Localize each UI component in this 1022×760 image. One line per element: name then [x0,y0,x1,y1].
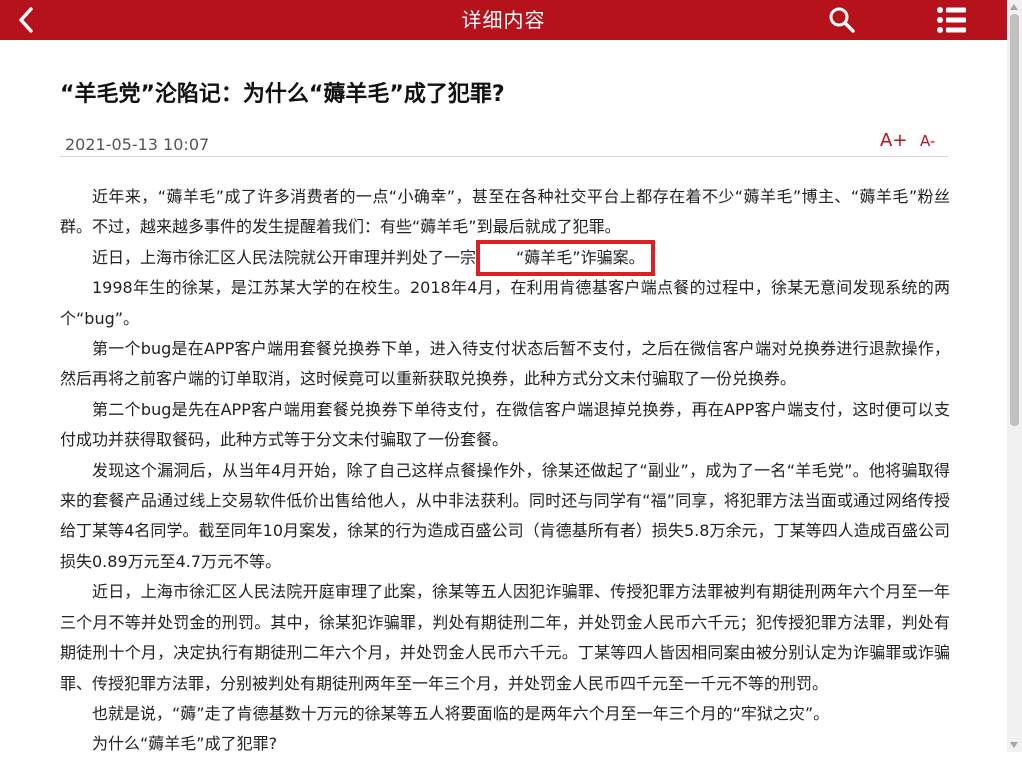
vertical-scrollbar[interactable] [1007,0,1022,752]
article-headline: “羊毛党”沦陷记：为什么“薅羊毛”成了犯罪? [60,82,505,107]
publish-date: 2021-05-13 10:07 [65,135,210,154]
paragraph: 近年来，“薅羊毛”成了许多消费者的一点“小确幸”，甚至在各种社交平台上都存在着不… [60,187,950,237]
font-size-decrease-button[interactable]: A- [920,132,935,150]
menu-button[interactable] [936,6,968,34]
paragraph: 为什么“薅羊毛”成了犯罪? [92,734,278,754]
highlighted-phrase: “薅羊毛”诈骗案。 [476,239,655,276]
paragraph: 第二个bug是先在APP客户端用套餐兑换券下单待支付，在微信客户端退掉兑换券，再… [60,399,950,450]
paragraph: 近日，上海市徐汇区人民法院就公开审理并判处了一宗 “薅羊毛”诈骗案。 [60,239,950,276]
scrollbar-thumb[interactable] [1010,14,1019,426]
top-navigation-bar: 详细内容 [0,0,1007,40]
article-body: 近年来，“薅羊毛”成了许多消费者的一点“小确幸”，甚至在各种社交平台上都存在着不… [60,182,950,760]
paragraph: 1998年生的徐某，是江苏某大学的在校生。2018年4月，在利用肯德基客户端点餐… [60,278,950,328]
list-menu-icon [937,7,966,33]
scroll-up-arrow-icon[interactable] [1010,4,1018,10]
search-button[interactable] [828,6,856,34]
paragraph-text: 近日，上海市徐汇区人民法院就公开审理并判处了一宗 [92,247,477,267]
paragraph: 发现这个漏洞后，从当年4月开始，除了自己这样点餐操作外，徐某还做起了“副业”，成… [60,460,950,571]
article-meta-row: 2021-05-13 10:07 A+ A- [60,126,948,157]
paragraph: 第一个bug是在APP客户端用套餐兑换券下单，进入待支付状态后暂不支付，之后在微… [60,339,950,389]
paragraph: 近日，上海市徐汇区人民法院开庭审理了此案，徐某等五人因犯诈骗罪、传授犯罪方法罪被… [60,582,950,693]
scroll-down-arrow-icon[interactable] [1010,742,1018,748]
search-icon [829,7,855,33]
font-size-increase-button[interactable]: A+ [880,130,907,151]
paragraph: 也就是说，“薅”走了肯德基数十万元的徐某等五人将要面临的是两年六个月至一年三个月… [92,703,830,723]
